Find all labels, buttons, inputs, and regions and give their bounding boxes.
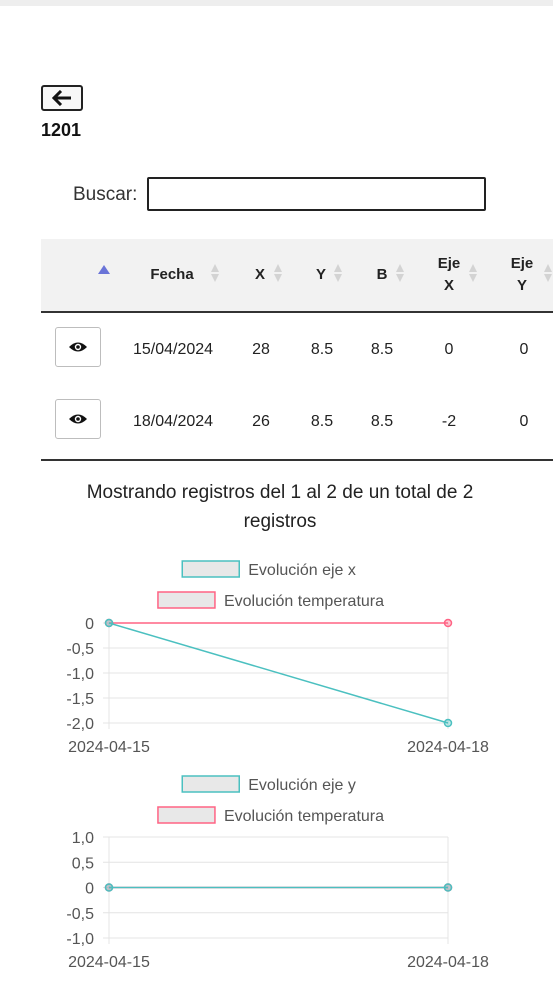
cell-y: 8.5 <box>310 341 334 358</box>
column-header-fecha[interactable]: Fecha <box>137 239 207 311</box>
chart-eje-y: Evolución eje y Evolución temperatura 1,0 0… <box>66 775 489 971</box>
cell-eje-x: -2 <box>441 413 457 430</box>
cell-eje-y: 0 <box>519 413 529 430</box>
arrow-left-icon <box>52 90 71 106</box>
eye-icon <box>69 342 87 352</box>
column-header-y[interactable]: Y <box>310 239 332 311</box>
y-tick-label: -0,5 <box>66 906 94 923</box>
y-tick-label: 0 <box>85 881 94 898</box>
sort-icon[interactable] <box>544 264 553 286</box>
x-tick-label: 2024-04-18 <box>407 954 489 971</box>
cell-x: 26 <box>252 413 270 430</box>
cell-b: 8.5 <box>370 341 394 358</box>
sort-asc-icon[interactable] <box>98 265 110 274</box>
column-header-eje-y[interactable]: Eje Y <box>503 239 541 311</box>
x-tick-label: 2024-04-18 <box>407 739 489 756</box>
data-point <box>443 718 453 728</box>
x-tick-label: 2024-04-15 <box>68 954 150 971</box>
legend-label: Evolución temperatura <box>224 808 384 825</box>
cell-y: 8.5 <box>310 413 334 430</box>
y-tick-label: 0 <box>85 616 94 633</box>
sort-icon[interactable] <box>211 264 220 286</box>
cell-fecha: 18/04/2024 <box>132 413 214 430</box>
chart-eje-x: Evolución eje x Evolución temperatura 0 -0,… <box>66 560 489 756</box>
legend-label: Evolución temperatura <box>224 593 384 610</box>
cell-x: 28 <box>252 341 270 358</box>
column-header-eje-x[interactable]: Eje X <box>430 239 468 311</box>
view-button[interactable] <box>55 399 101 439</box>
top-bar <box>0 0 553 6</box>
y-tick-label: -1,5 <box>66 691 94 708</box>
sort-icon[interactable] <box>334 264 343 286</box>
cell-eje-x: 0 <box>444 341 454 358</box>
y-tick-label: 0,5 <box>72 855 94 872</box>
sort-icon[interactable] <box>469 264 478 286</box>
sort-icon[interactable] <box>396 264 405 286</box>
table-row: 18/04/2024 26 8.5 8.5 -2 0 <box>41 385 553 459</box>
legend-label: Evolución eje y <box>248 777 356 794</box>
back-button[interactable] <box>41 85 83 111</box>
table-info: Mostrando registros del 1 al 2 de un tot… <box>86 482 474 532</box>
eye-icon <box>69 414 87 424</box>
cell-fecha: 15/04/2024 <box>132 341 214 358</box>
column-header-b[interactable]: B <box>371 239 393 311</box>
table-bottom-border <box>41 459 553 461</box>
legend-label: Evolución eje x <box>248 562 356 579</box>
y-tick-label: -1,0 <box>66 931 94 948</box>
legend-swatch <box>181 775 240 793</box>
cell-eje-y: 0 <box>519 341 529 358</box>
view-button[interactable] <box>55 327 101 367</box>
data-point <box>104 618 114 628</box>
column-header-x[interactable]: X <box>249 239 271 311</box>
y-tick-label: -1,0 <box>66 666 94 683</box>
data-point <box>443 618 453 628</box>
search-input[interactable] <box>147 177 486 211</box>
y-tick-label: -2,0 <box>66 716 94 733</box>
legend-swatch <box>181 560 240 578</box>
sort-icon[interactable] <box>274 264 283 286</box>
y-tick-label: 1,0 <box>72 830 94 847</box>
record-id: 1201 <box>41 120 82 140</box>
data-point <box>443 883 453 892</box>
table-row: 15/04/2024 28 8.5 8.5 0 0 <box>41 313 553 387</box>
table-header: Fecha X Y B Eje X Eje Y <box>41 239 553 313</box>
cell-b: 8.5 <box>370 413 394 430</box>
legend-swatch <box>157 806 216 824</box>
y-tick-label: -0,5 <box>66 641 94 658</box>
legend-swatch <box>157 591 216 609</box>
x-tick-label: 2024-04-15 <box>68 739 150 756</box>
data-point <box>104 883 114 892</box>
search-label: Buscar: <box>73 184 138 205</box>
